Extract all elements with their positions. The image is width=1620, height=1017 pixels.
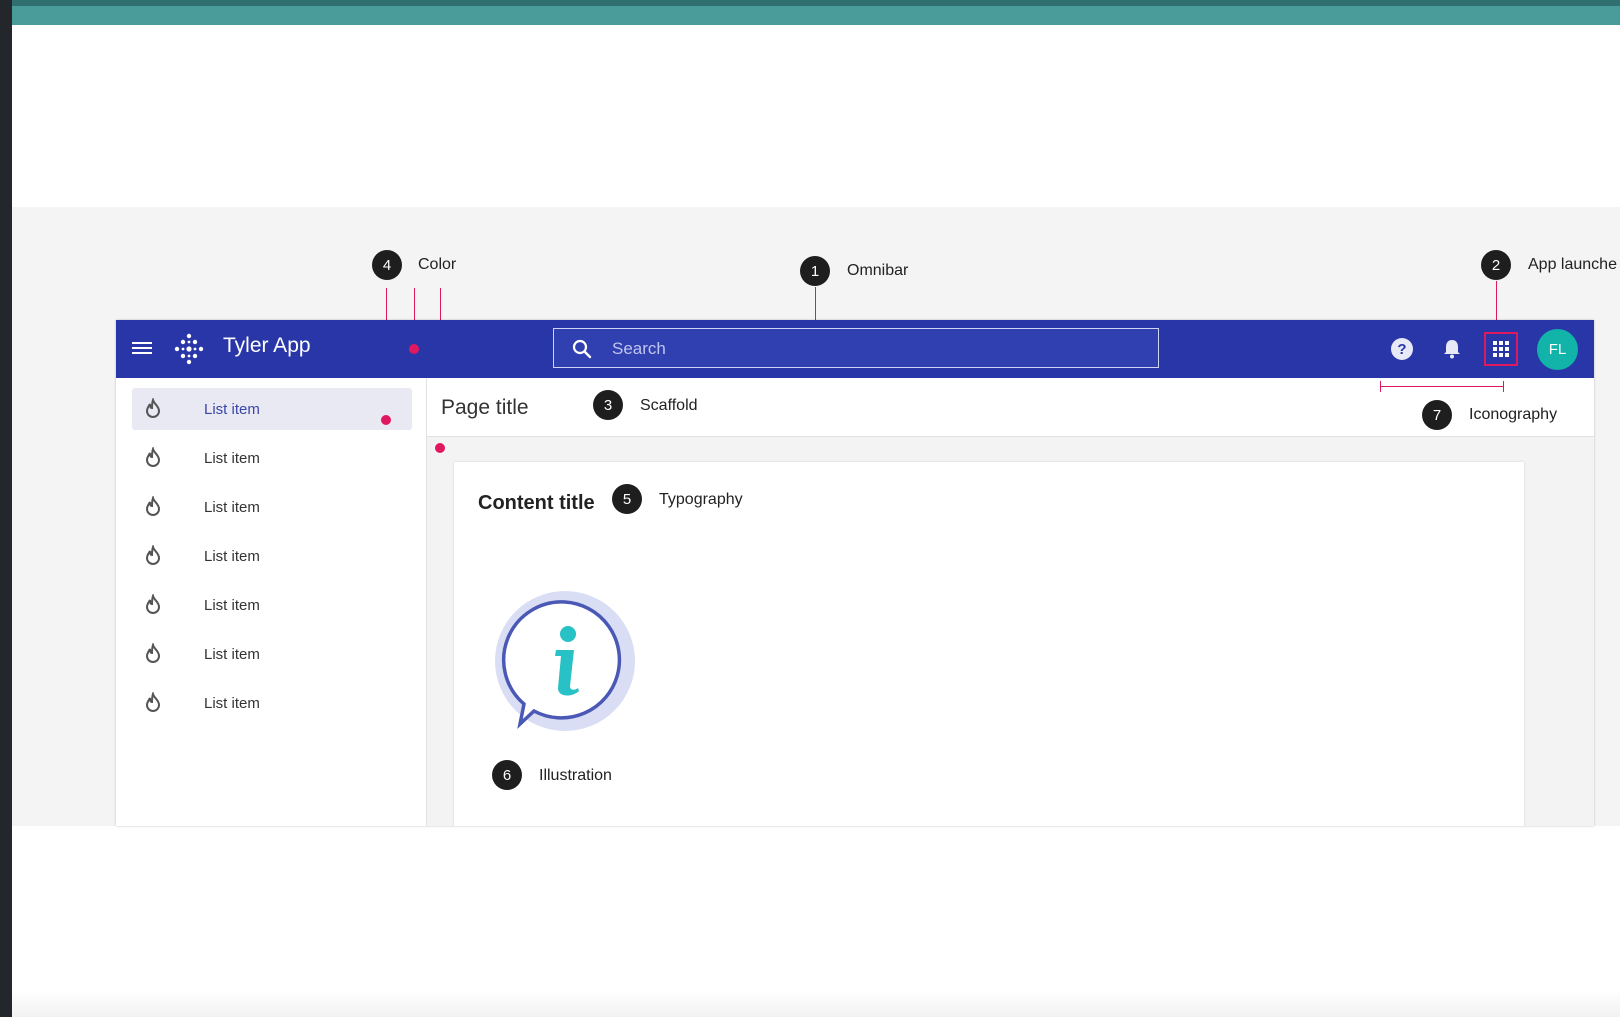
app-window: Tyler App ? FL List i [116, 320, 1594, 826]
sidebar-item-label: List item [204, 547, 260, 565]
color-marker-omnibar [409, 344, 419, 354]
bottom-shade [12, 990, 1620, 1017]
sidebar-item-3[interactable]: List item [132, 486, 412, 528]
svg-text:?: ? [1397, 341, 1406, 358]
callout-illustration-badge: 6 [492, 760, 522, 790]
flame-icon [142, 592, 164, 616]
callout-app-launcher-badge: 2 [1481, 250, 1511, 280]
search-box[interactable] [553, 328, 1159, 369]
avatar[interactable]: FL [1537, 329, 1578, 370]
callout-typography-badge: 5 [612, 484, 642, 514]
callout-omnibar-line [815, 287, 816, 320]
sidebar-item-label: List item [204, 694, 260, 712]
callout-iconography-tick-left [1380, 381, 1381, 392]
callout-color-badge: 4 [372, 250, 402, 280]
sidebar: List item List item List item List item … [116, 378, 427, 826]
app-title: Tyler App [223, 334, 311, 357]
callout-iconography-badge: 7 [1422, 400, 1452, 430]
sidebar-item-4[interactable]: List item [132, 535, 412, 577]
flame-icon [142, 543, 164, 567]
color-marker-content [435, 443, 445, 453]
apps-grid-icon [1493, 341, 1509, 357]
menu-icon[interactable] [132, 339, 154, 359]
logo-icon [172, 332, 206, 366]
sidebar-item-label: List item [204, 498, 260, 516]
flame-icon [142, 396, 164, 420]
color-marker-selected [381, 415, 391, 425]
info-bubble-icon [494, 590, 636, 732]
sidebar-item-label: List item [204, 645, 260, 663]
callout-illustration-label: Illustration [539, 767, 612, 784]
callout-app-launcher-label: App launche [1528, 256, 1617, 273]
sidebar-item-1[interactable]: List item [132, 388, 412, 430]
top-strip [12, 0, 1620, 25]
page-title: Page title [441, 396, 529, 419]
sidebar-item-label: List item [204, 400, 260, 418]
callout-iconography-label: Iconography [1469, 406, 1558, 423]
callout-scaffold-label: Scaffold [640, 397, 698, 414]
callout-scaffold-badge: 3 [593, 390, 623, 420]
omnibar: Tyler App ? FL [116, 320, 1594, 378]
sidebar-item-2[interactable]: List item [132, 437, 412, 479]
flame-icon [142, 690, 164, 714]
sidebar-item-5[interactable]: List item [132, 584, 412, 626]
search-icon [572, 339, 592, 359]
sidebar-item-7[interactable]: List item [132, 682, 412, 724]
window-edge [0, 0, 12, 1017]
content-card: Content title [454, 462, 1524, 826]
sidebar-item-label: List item [204, 596, 260, 614]
search-input[interactable] [610, 329, 1134, 369]
callout-typography-label: Typography [659, 491, 743, 508]
content-title: Content title [478, 492, 595, 514]
callout-iconography-line [1380, 386, 1504, 387]
flame-icon [142, 494, 164, 518]
bell-icon[interactable] [1440, 337, 1464, 361]
flame-icon [142, 445, 164, 469]
callout-omnibar-label: Omnibar [847, 262, 909, 279]
app-launcher-button[interactable] [1484, 332, 1518, 366]
sidebar-item-6[interactable]: List item [132, 633, 412, 675]
callout-color-label: Color [418, 256, 457, 273]
callout-iconography-tick-right [1503, 381, 1504, 392]
sidebar-item-label: List item [204, 449, 260, 467]
flame-icon [142, 641, 164, 665]
help-icon[interactable]: ? [1390, 337, 1414, 361]
callout-omnibar-badge: 1 [800, 256, 830, 286]
